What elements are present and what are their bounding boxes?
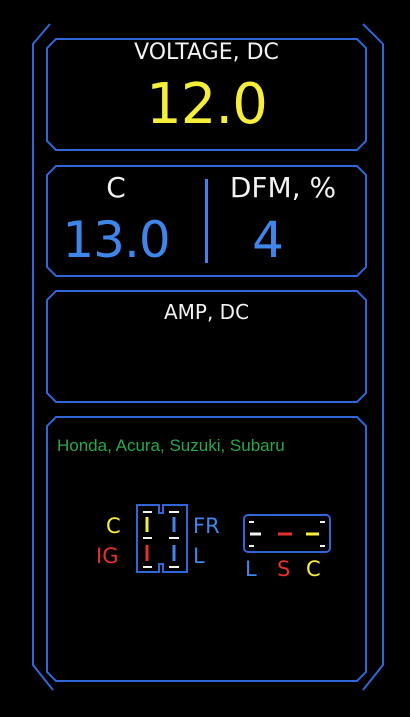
connector-right-diagram	[243, 514, 331, 553]
voltage-value: 12.0	[146, 72, 268, 137]
pin-label-right-s: S	[277, 557, 291, 581]
pin-label-right-c: C	[306, 557, 321, 581]
connector-panel: Honda, Acura, Suzuki, Subaru C IG FR L L…	[46, 416, 367, 682]
pin-label-c: C	[106, 514, 121, 538]
pin-label-ig: IG	[96, 544, 119, 568]
pin-label-fr: FR	[193, 514, 220, 538]
temperature-label: C	[106, 171, 126, 204]
voltage-label: VOLTAGE, DC	[134, 40, 279, 65]
temperature-value: 13.0	[62, 211, 170, 269]
voltage-panel: VOLTAGE, DC 12.0	[46, 38, 367, 151]
dfm-value: 4	[252, 211, 284, 269]
temperature-dfm-panel: C 13.0 DFM, % 4	[46, 165, 367, 277]
panel-divider	[205, 179, 208, 263]
amp-panel: AMP, DC	[46, 290, 367, 403]
pin-label-right-l: L	[245, 557, 257, 581]
connector-left-diagram	[136, 504, 188, 573]
supported-makes-label: Honda, Acura, Suzuki, Subaru	[57, 436, 285, 455]
pin-label-l: L	[193, 544, 205, 568]
amp-label: AMP, DC	[163, 300, 250, 324]
dfm-label: DFM, %	[229, 171, 337, 204]
